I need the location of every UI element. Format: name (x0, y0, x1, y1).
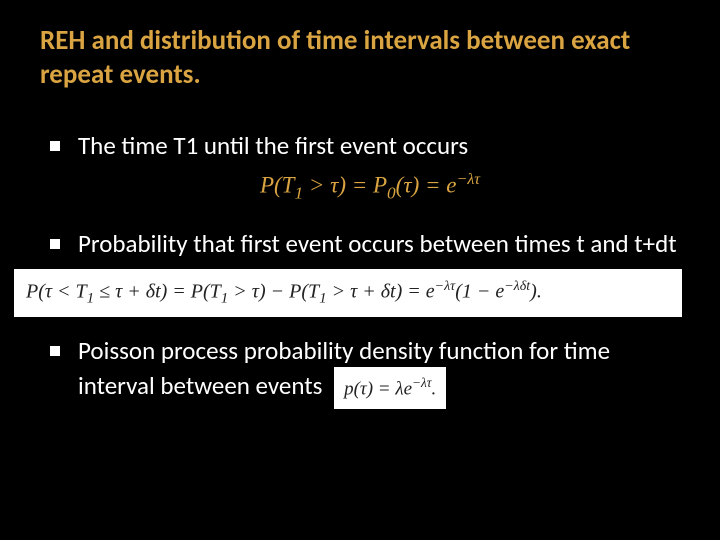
bullet-text-with-formula: Poisson process probability density func… (78, 335, 690, 408)
slide-title: REH and distribution of time intervals b… (40, 24, 680, 92)
slide: REH and distribution of time intervals b… (0, 0, 720, 540)
bullet-marker-icon (50, 141, 60, 151)
formula-3: p(τ) = λe−λτ. (334, 367, 446, 409)
formula-2: P(τ < T1 ≤ τ + δt) = P(T1 > τ) − P(T1 > … (14, 269, 682, 318)
bullet-marker-icon (50, 239, 60, 249)
bullet-marker-icon (50, 346, 60, 356)
bullet-text: The time T1 until the first event occurs (78, 130, 690, 161)
bullet-text: Probability that first event occurs betw… (78, 228, 690, 259)
bullet-item: The time T1 until the first event occurs (50, 130, 690, 161)
bullet-item: Poisson process probability density func… (50, 335, 690, 408)
bullet-item: Probability that first event occurs betw… (50, 228, 690, 259)
formula-1: P(T1 > τ) = P0(τ) = e−λτ (50, 171, 690, 203)
slide-content: The time T1 until the first event occurs… (50, 130, 690, 409)
